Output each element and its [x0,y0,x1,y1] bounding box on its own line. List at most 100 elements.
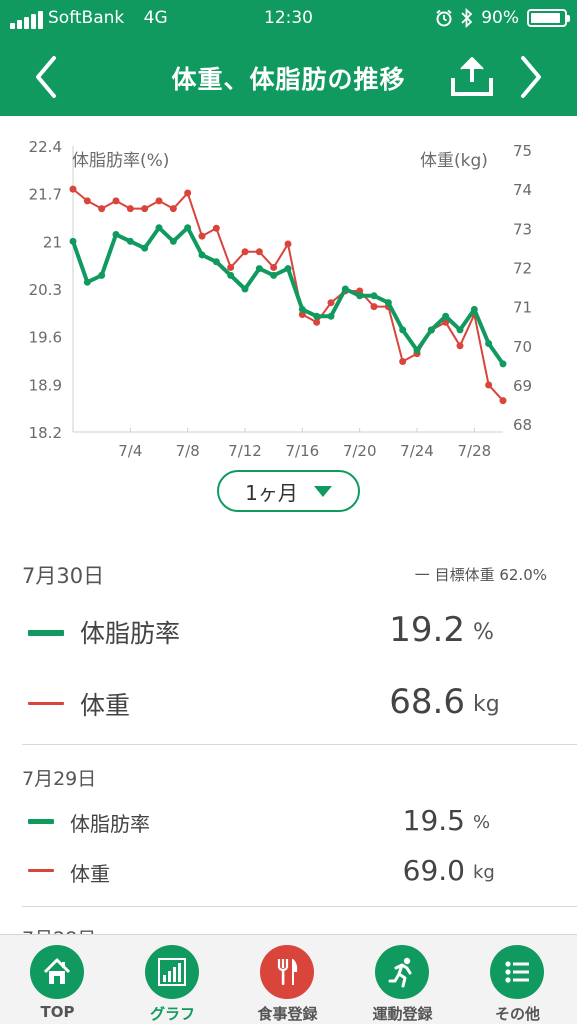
period-selector[interactable]: 1ヶ月 [217,470,360,512]
body-fat-series-point [399,326,407,334]
triangle-down-icon [313,485,332,497]
tab-exercise-circle [375,945,429,999]
chevron-right-icon[interactable] [511,52,551,102]
battery-icon [527,9,570,27]
weight-series-point [69,185,77,193]
body-fat-series-point [126,237,134,245]
body-fat-series-point [384,299,392,307]
right-tick-label: 74 [513,181,532,199]
weight-series-point [485,381,493,389]
body-fat-series-point [413,346,421,354]
body-fat-series-point [298,305,306,313]
tab-other[interactable]: その他 [460,935,575,1024]
weight-value: 69.0 [402,854,465,887]
period-selector-label: 1ヶ月 [245,480,298,505]
x-tick-label: 7/20 [343,442,377,460]
x-tick-label: 7/8 [176,442,200,460]
bar-chart-icon [158,958,186,986]
target-weight: 一 目標体重 62.0% [414,566,547,584]
record-date: 7月28日 [22,924,96,934]
weight-series-point [141,205,149,213]
body-fat-series-point [83,278,91,286]
tab-exercise[interactable]: 運動登録 [345,935,460,1024]
app-header: SoftBank 4G 12:30 90% 体重、体脂肪の推移 [0,0,577,116]
left-tick-label: 22.4 [29,138,62,156]
battery-level [531,13,560,23]
tab-other-circle [490,945,544,999]
tab-other-label: その他 [494,1005,540,1023]
weight-series-point [184,189,192,197]
tab-top-circle [30,945,84,999]
left-tick-label: 21 [43,233,62,251]
body-fat-unit: % [473,620,494,645]
list-icon [505,961,529,983]
weight-legend-line [28,702,64,705]
body-fat-series-point [370,292,378,300]
record-row-weight: 体重 69.0 kg [0,854,577,890]
weight-series-point [327,299,335,307]
weight-series-point [155,197,163,205]
weight-label: 体重 [80,691,131,720]
daily-record[interactable]: 7月30日 一 目標体重 62.0% 体脂肪率 19.2 % 体重 68.6 k… [0,552,577,744]
tab-top-label: TOP [40,1003,75,1021]
weight-unit: kg [473,692,500,717]
record-row-weight: 体重 68.6 kg [0,682,577,732]
x-tick-label: 7/28 [457,442,491,460]
tab-top[interactable]: TOP [0,935,115,1024]
record-divider [22,906,577,907]
weight-series-point [126,205,134,213]
body-fat-series-point [212,258,220,266]
x-tick-label: 7/4 [118,442,142,460]
share-upload-icon[interactable] [448,52,496,100]
body-fat-label: 体脂肪率 [80,619,181,648]
record-row-body-fat: 体脂肪率 19.2 % [0,610,577,660]
weight-series-point [112,197,120,205]
weight-series-point [370,303,378,311]
record-date: 7月29日 [22,768,97,790]
right-axis-label: 体重(kg) [420,151,488,171]
daily-record[interactable]: 7月29日 体脂肪率 19.5 % 体重 69.0 kg [0,756,577,906]
body-fat-series-point [241,285,249,293]
fork-knife-icon [277,959,298,985]
tab-graph[interactable]: グラフ [115,935,230,1024]
nav-bar: 体重、体脂肪の推移 [0,38,577,116]
tab-meal[interactable]: 食事登録 [230,935,345,1024]
weight-series-point [255,248,263,256]
weight-series-point [499,397,507,405]
body-fat-series-point [442,312,450,320]
body-fat-unit: % [473,812,491,833]
body-fat-series-point [341,285,349,293]
x-tick-label: 7/16 [285,442,319,460]
tab-meal-circle [260,945,314,999]
weight-series-point [169,205,177,213]
tab-bar: TOP グラフ 食事登録 運動登録 その他 [0,934,577,1024]
body-fat-series-point [98,271,106,279]
body-fat-series-point [184,224,192,232]
weight-unit: kg [473,862,495,883]
weight-series-point [227,263,235,271]
weight-series-point [241,248,249,256]
right-tick-label: 75 [513,142,532,160]
body-fat-label: 体脂肪率 [70,812,150,836]
weight-legend-line [28,869,54,872]
body-fat-series-point [284,265,292,273]
left-tick-label: 18.2 [29,424,62,442]
right-tick-label: 68 [513,416,532,434]
weight-series-point [284,240,292,248]
record-row-body-fat: 体脂肪率 19.5 % [0,804,577,840]
left-tick-label: 19.6 [29,329,62,347]
body-fat-series-point [270,271,278,279]
weight-series-point [456,342,464,350]
daily-record[interactable]: 7月28日 [0,918,577,934]
body-fat-series-point [227,271,235,279]
body-fat-series-point [499,360,507,368]
body-fat-series-point [155,224,163,232]
record-date: 7月30日 [22,564,105,588]
battery-percent: 90% [481,8,519,28]
weight-series-line [72,188,504,402]
body-fat-series-point [327,312,335,320]
alarm-icon [436,9,452,27]
left-tick-label: 21.7 [29,186,62,204]
weight-series-point [313,318,321,326]
body-fat-series-point [198,251,206,259]
